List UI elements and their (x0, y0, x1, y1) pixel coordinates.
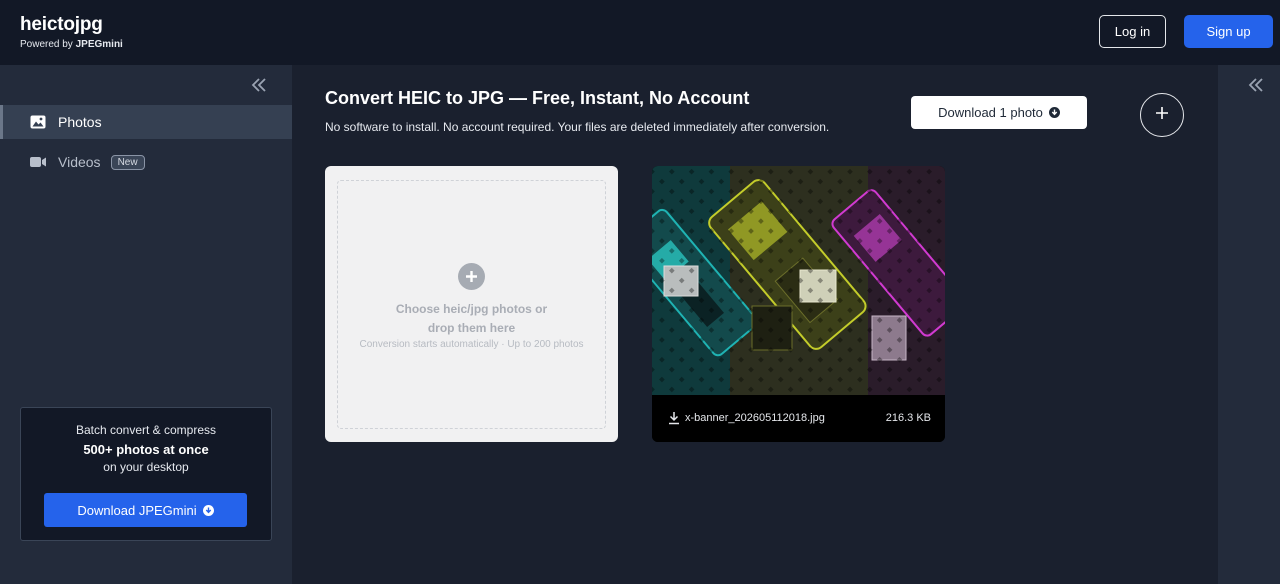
button-label: Download 1 photo (938, 105, 1043, 120)
download-jpegmini-button[interactable]: Download JPEGmini (44, 493, 247, 527)
dropzone-instructions: Choose heic/jpg photos or drop them here (395, 302, 548, 335)
image-icon (30, 115, 46, 129)
plus-icon (1155, 106, 1169, 125)
page-title: Convert HEIC to JPG — Free, Instant, No … (325, 88, 750, 108)
collapse-sidebar-icon[interactable] (250, 77, 268, 93)
button-label: Download JPEGmini (77, 502, 197, 518)
promo-line-2: 500+ photos at once (83, 442, 209, 457)
download-circle-icon (1048, 107, 1060, 118)
dropzone-border: Choose heic/jpg photos or drop them here … (337, 180, 606, 429)
photo-thumbnail (652, 166, 945, 395)
brand-powered-by: Powered by JPEGmini (20, 39, 123, 50)
upload-dropzone[interactable]: Choose heic/jpg photos or drop them here … (325, 166, 618, 442)
new-badge: New (110, 154, 145, 170)
desktop-promo-card: Batch convert & compress 500+ photos at … (20, 407, 272, 541)
photo-filename: x-banner_202605112018.jpg (685, 412, 825, 424)
photo-filesize: 216.3 KB (885, 412, 931, 424)
sidebar-item-photos[interactable]: Photos (0, 105, 292, 139)
photo-card[interactable]: x-banner_202605112018.jpg 216.3 KB (652, 166, 945, 442)
sidebar-item-label: Videos (58, 154, 101, 170)
add-photos-button[interactable] (1140, 93, 1184, 137)
download-circle-icon (202, 504, 214, 516)
download-icon[interactable] (668, 411, 680, 425)
sidebar-item-videos[interactable]: Videos New (0, 145, 292, 179)
right-panel (1218, 65, 1280, 584)
sidebar-item-label: Photos (58, 114, 102, 130)
photo-footer: x-banner_202605112018.jpg 216.3 KB (652, 395, 945, 442)
page-subtitle: No software to install. No account requi… (325, 120, 830, 134)
brand-name: heictojpg (20, 14, 103, 35)
signup-button[interactable]: Sign up (1184, 15, 1273, 48)
brand-logo[interactable]: heictojpg Powered by JPEGmini (20, 14, 123, 52)
top-bar: heictojpg Powered by JPEGmini Log in Sig… (0, 0, 1280, 65)
promo-line-1: Batch convert & compress (75, 423, 217, 437)
add-circle-icon (458, 263, 485, 290)
promo-line-3: on your desktop (103, 460, 189, 474)
collapse-panel-icon[interactable] (1247, 77, 1265, 93)
sidebar: Photos Videos New Batch convert & compre… (0, 65, 292, 584)
dropzone-hint: Conversion starts automatically · Up to … (359, 339, 584, 350)
login-button[interactable]: Log in (1099, 15, 1166, 48)
download-photos-button[interactable]: Download 1 photo (911, 96, 1087, 129)
video-camera-icon (30, 155, 46, 169)
